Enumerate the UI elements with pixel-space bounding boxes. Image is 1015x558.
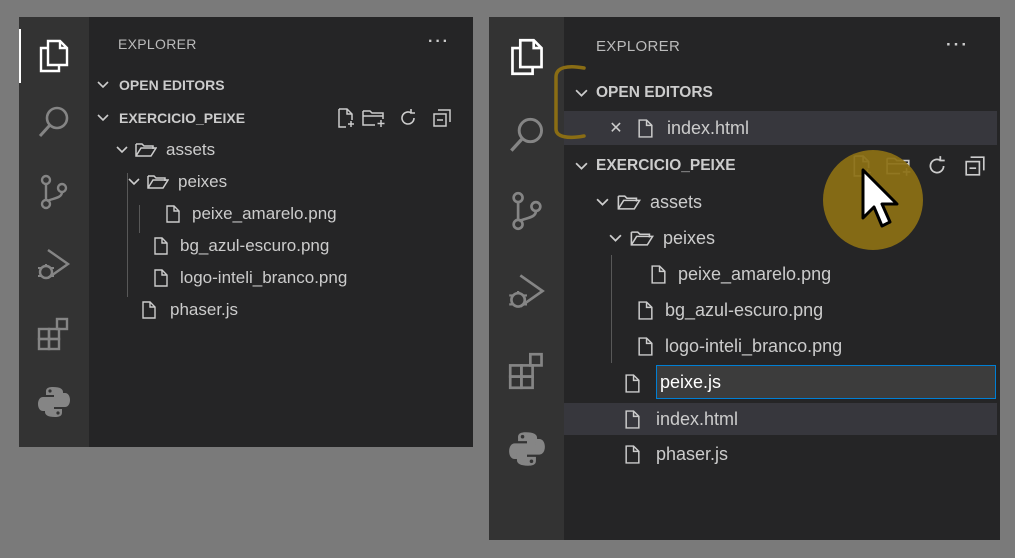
open-editors-section[interactable]: OPEN EDITORS xyxy=(89,74,473,96)
more-actions-button[interactable]: ··· xyxy=(946,35,969,55)
open-editors-section[interactable]: OPEN EDITORS xyxy=(564,81,1000,105)
rename-input[interactable]: peixe.js xyxy=(656,365,996,399)
chevron-down-icon xyxy=(114,146,130,154)
file-icon xyxy=(623,373,641,393)
new-file-icon[interactable] xyxy=(335,108,357,128)
mouse-cursor-icon xyxy=(861,168,899,228)
section-label: OPEN EDITORS xyxy=(119,77,225,93)
tree-label: peixes xyxy=(663,227,716,248)
explorer-toolbar xyxy=(335,106,459,130)
explorer-sidebar: EXPLORER ··· OPEN EDITORS ✕ index.html E… xyxy=(564,17,1000,540)
files-icon[interactable] xyxy=(19,31,89,81)
tree-file-peixe-amarelo[interactable]: peixe_amarelo.png xyxy=(89,202,473,226)
tree-label: assets xyxy=(166,140,216,159)
activity-bar xyxy=(19,17,89,447)
refresh-icon[interactable] xyxy=(391,108,425,128)
tree-folder-peixes[interactable]: peixes xyxy=(89,170,473,194)
tree-label: bg_azul-escuro.png xyxy=(665,299,824,320)
tree-file-phaser[interactable]: phaser.js xyxy=(89,298,473,322)
tree-file-bg-azul[interactable]: bg_azul-escuro.png xyxy=(564,297,1000,323)
source-control-icon[interactable] xyxy=(489,185,564,237)
folder-open-icon xyxy=(629,230,655,247)
folder-open-icon xyxy=(134,142,158,158)
tree-label: peixe_amarelo.png xyxy=(678,263,832,284)
python-icon[interactable] xyxy=(19,377,89,427)
tree-file-phaser[interactable]: phaser.js xyxy=(564,441,1000,467)
tree-label: index.html xyxy=(656,408,739,429)
file-icon xyxy=(636,118,654,138)
collapse-all-icon[interactable] xyxy=(425,108,459,128)
tree-file-peixe-amarelo[interactable]: peixe_amarelo.png xyxy=(564,261,1000,287)
file-icon xyxy=(623,444,641,464)
tree-file-bg-azul[interactable]: bg_azul-escuro.png xyxy=(89,234,473,258)
highlight-bracket xyxy=(554,64,586,140)
tree-label: logo-inteli_branco.png xyxy=(180,268,348,287)
tree-label: assets xyxy=(650,191,703,212)
folder-open-icon xyxy=(146,174,170,190)
tree-label: peixes xyxy=(178,172,228,191)
tree-label: phaser.js xyxy=(656,443,729,464)
file-icon xyxy=(623,409,641,429)
file-icon xyxy=(649,264,667,284)
chevron-down-icon xyxy=(94,114,112,122)
section-label: EXERCICIO_PEIXE xyxy=(596,157,736,174)
explorer-title: EXPLORER xyxy=(118,36,197,52)
refresh-icon[interactable] xyxy=(918,155,956,177)
chevron-down-icon xyxy=(572,162,590,171)
run-debug-icon[interactable] xyxy=(19,239,89,289)
collapse-all-icon[interactable] xyxy=(956,155,994,177)
chevron-down-icon xyxy=(94,81,112,89)
tree-label: logo-inteli_branco.png xyxy=(665,335,843,356)
explorer-title: EXPLORER xyxy=(596,38,681,55)
chevron-down-icon xyxy=(126,178,142,186)
tree-folder-peixes[interactable]: peixes xyxy=(564,225,1000,251)
file-icon xyxy=(636,300,654,320)
chevron-down-icon xyxy=(594,198,610,207)
left-vscode-panel: EXPLORER ··· OPEN EDITORS EXERCICIO_PEIX… xyxy=(19,17,473,447)
close-icon[interactable]: ✕ xyxy=(608,118,624,138)
search-icon[interactable] xyxy=(19,97,89,147)
extensions-icon[interactable] xyxy=(489,345,564,397)
tree-folder-assets[interactable]: assets xyxy=(89,138,473,162)
chevron-down-icon xyxy=(607,234,623,243)
tree-file-logo[interactable]: logo-inteli_branco.png xyxy=(89,266,473,290)
source-control-icon[interactable] xyxy=(19,167,89,217)
file-icon xyxy=(164,205,182,223)
tree-label: bg_azul-escuro.png xyxy=(180,236,330,255)
file-icon xyxy=(140,301,158,319)
file-icon xyxy=(152,269,170,287)
file-icon xyxy=(152,237,170,255)
tree-file-logo[interactable]: logo-inteli_branco.png xyxy=(564,333,1000,359)
more-actions-button[interactable]: ··· xyxy=(428,33,450,51)
python-icon[interactable] xyxy=(489,423,564,475)
explorer-sidebar: EXPLORER ··· OPEN EDITORS EXERCICIO_PEIX… xyxy=(89,17,473,447)
tree-label: peixe_amarelo.png xyxy=(192,204,337,223)
run-debug-icon[interactable] xyxy=(489,265,564,317)
tree-folder-assets[interactable]: assets xyxy=(564,189,1000,215)
open-editor-label: index.html xyxy=(667,117,750,138)
extensions-icon[interactable] xyxy=(19,309,89,359)
file-icon xyxy=(636,336,654,356)
section-label: OPEN EDITORS xyxy=(596,84,713,101)
tree-file-index[interactable]: index.html xyxy=(564,403,997,435)
open-editor-item-index[interactable]: ✕ index.html xyxy=(564,111,997,145)
new-folder-icon[interactable] xyxy=(357,108,391,128)
folder-open-icon xyxy=(616,194,642,211)
section-label: EXERCICIO_PEIXE xyxy=(119,110,246,126)
tree-label: phaser.js xyxy=(170,300,239,319)
